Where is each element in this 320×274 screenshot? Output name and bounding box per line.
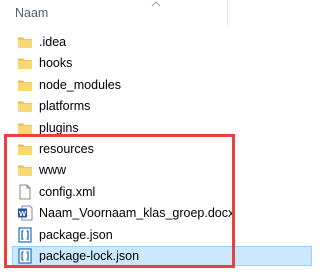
svg-text:W: W <box>19 209 27 218</box>
folder-icon <box>17 77 33 93</box>
file-row[interactable]: .idea <box>12 32 312 52</box>
folder-icon <box>17 34 33 50</box>
file-row[interactable]: config.xml <box>12 182 312 202</box>
column-header: Naam <box>0 0 319 26</box>
file-name: hooks <box>39 56 73 71</box>
file-row[interactable]: node_modules <box>12 75 312 95</box>
file-name: platforms <box>39 99 91 114</box>
file-name: .idea <box>39 35 67 49</box>
file-name: package-lock.json <box>39 249 140 263</box>
file-row[interactable]: platforms <box>12 96 312 116</box>
file-name: package.json <box>39 227 113 242</box>
file-row[interactable]: hooks <box>12 53 312 73</box>
xml-file-icon <box>17 184 33 200</box>
file-name: Naam_Voornaam_klas_groep.docx <box>39 206 235 221</box>
file-name: node_modules <box>39 77 122 92</box>
file-row[interactable]: W Naam_Voornaam_klas_groep.docx <box>12 203 312 223</box>
file-row[interactable]: package-lock.json <box>12 246 312 266</box>
file-name: resources <box>39 142 94 156</box>
folder-icon <box>17 120 33 136</box>
folder-icon <box>17 141 33 157</box>
file-name: config.xml <box>39 184 96 199</box>
file-row[interactable]: www <box>12 160 312 180</box>
sort-chevron-icon[interactable] <box>150 0 162 8</box>
column-header-name[interactable]: Naam <box>15 6 48 20</box>
folder-icon <box>17 55 33 71</box>
file-name: plugins <box>39 120 79 135</box>
column-divider[interactable] <box>227 0 228 26</box>
file-name: www <box>39 163 67 178</box>
word-document-icon: W <box>17 205 33 221</box>
file-row[interactable]: plugins <box>12 118 312 138</box>
folder-icon <box>17 98 33 114</box>
json-file-icon <box>17 226 33 243</box>
file-row[interactable]: package.json <box>12 225 312 245</box>
json-file-icon <box>17 248 33 264</box>
folder-icon <box>17 162 33 178</box>
file-row[interactable]: resources <box>12 139 312 159</box>
